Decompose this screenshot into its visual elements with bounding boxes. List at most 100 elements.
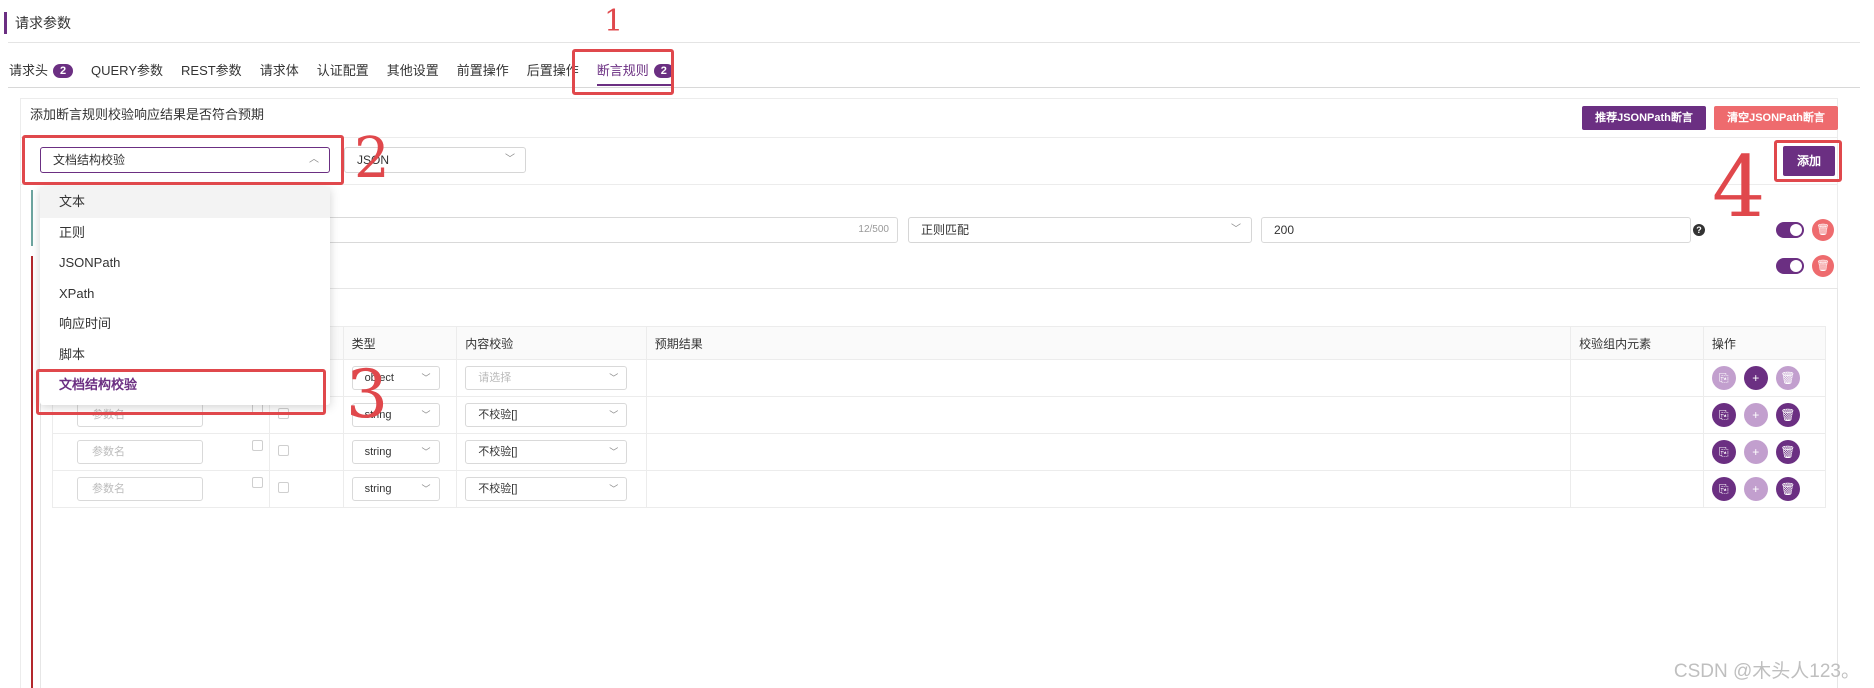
- type-value: string: [364, 483, 392, 495]
- content-check-select[interactable]: 请选择 ﹀: [465, 366, 628, 390]
- expected-result-cell[interactable]: [645, 396, 1572, 434]
- annotation-1: 1: [604, 4, 624, 39]
- annotation-3: 3: [346, 356, 388, 433]
- match-mode-value: 正则匹配: [921, 223, 970, 237]
- operations-cell: ⎘ + 🗑: [1702, 396, 1827, 434]
- annotation-4: 4: [1712, 138, 1766, 236]
- delete-icon[interactable]: 🗑: [1775, 477, 1800, 501]
- doc-icon[interactable]: ⎘: [1711, 403, 1736, 427]
- add-child-icon[interactable]: +: [1743, 477, 1768, 501]
- tab-1[interactable]: QUERY参数: [82, 56, 172, 86]
- tabs-divider: [8, 87, 1860, 88]
- delete-icon[interactable]: 🗑: [1775, 440, 1800, 464]
- content-check-cell: 不校验[] ﹀: [456, 433, 647, 471]
- doc-icon[interactable]: ⎘: [1711, 477, 1736, 501]
- column-header: 类型: [342, 326, 458, 360]
- chevron-down-icon: ﹀: [609, 410, 619, 420]
- group-element-cell: [1570, 359, 1704, 397]
- expected-result-cell[interactable]: [645, 433, 1572, 471]
- tab-3[interactable]: 请求体: [251, 56, 308, 86]
- type-check-checkbox[interactable]: [277, 445, 289, 456]
- type-check-cell: [268, 433, 344, 471]
- chevron-down-icon: ﹀: [1231, 224, 1241, 235]
- rule-enabled-toggle[interactable]: [1776, 222, 1804, 238]
- section-title: 请求参数: [4, 12, 71, 34]
- delete-schema-icon[interactable]: 🗑: [1812, 255, 1834, 277]
- operations-cell: ⎘ + 🗑: [1702, 470, 1827, 508]
- type-check-checkbox[interactable]: [277, 482, 289, 493]
- group-element-cell: [1570, 470, 1704, 508]
- tab-count-badge: 2: [53, 64, 74, 78]
- panel-hint: 添加断言规则校验响应结果是否符合预期: [30, 107, 265, 122]
- dropdown-option[interactable]: XPath: [40, 279, 330, 310]
- param-name-input[interactable]: 参数名: [77, 440, 203, 464]
- delete-rule-icon[interactable]: 🗑: [1812, 219, 1834, 241]
- chevron-down-icon: ﹀: [609, 484, 619, 494]
- dropdown-option[interactable]: JSONPath: [40, 248, 330, 279]
- column-header: 操作: [1702, 326, 1827, 360]
- operations-cell: ⎘ + 🗑: [1702, 433, 1827, 471]
- expected-result-cell[interactable]: [645, 470, 1572, 508]
- dropdown-option[interactable]: 正则: [40, 218, 330, 249]
- content-check-select[interactable]: 不校验[] ﹀: [465, 403, 628, 427]
- clear-jsonpath-button[interactable]: 清空JSONPath断言: [1714, 106, 1838, 130]
- add-child-icon[interactable]: +: [1743, 366, 1768, 390]
- add-child-icon[interactable]: +: [1743, 440, 1768, 464]
- chevron-down-icon: ﹀: [609, 447, 619, 457]
- type-value: string: [364, 446, 392, 458]
- group-element-cell: [1570, 396, 1704, 434]
- highlight-box-option: [36, 369, 326, 415]
- operations-cell: ⎘ + 🗑: [1702, 359, 1827, 397]
- tab-2[interactable]: REST参数: [172, 56, 251, 86]
- type-cell: string ﹀: [342, 433, 458, 471]
- group-element-cell: [1570, 433, 1704, 471]
- tab-6[interactable]: 前置操作: [448, 56, 518, 86]
- type-select[interactable]: string ﹀: [351, 477, 440, 501]
- watermark: CSDN @木头人123。: [1673, 661, 1860, 682]
- highlight-box-tab: [572, 49, 674, 95]
- doc-icon[interactable]: ⎘: [1711, 440, 1736, 464]
- help-icon[interactable]: ?: [1693, 224, 1705, 236]
- rule-accent-bar: [31, 190, 33, 246]
- content-check-value: 不校验[]: [478, 409, 518, 421]
- delete-icon[interactable]: 🗑: [1775, 366, 1800, 390]
- chevron-down-icon: ﹀: [609, 373, 619, 383]
- dropdown-option[interactable]: 文本: [40, 187, 330, 218]
- content-check-select[interactable]: 不校验[] ﹀: [465, 477, 628, 501]
- tab-5[interactable]: 其他设置: [378, 56, 448, 86]
- expected-result-cell[interactable]: [645, 359, 1572, 397]
- param-cell: 参数名: [52, 470, 270, 508]
- type-select[interactable]: string ﹀: [351, 440, 440, 464]
- content-check-cell: 不校验[] ﹀: [456, 396, 647, 434]
- divider: [8, 42, 1860, 43]
- dropdown-option[interactable]: 响应时间: [40, 309, 330, 340]
- chevron-down-icon: ﹀: [505, 154, 515, 165]
- doc-icon[interactable]: ⎘: [1711, 366, 1736, 390]
- chevron-down-icon: ﹀: [421, 410, 431, 420]
- tab-0[interactable]: 请求头 2: [0, 56, 82, 86]
- highlight-box-add: [1774, 140, 1842, 182]
- delete-icon[interactable]: 🗑: [1775, 403, 1800, 427]
- recommend-jsonpath-button[interactable]: 推荐JSONPath断言: [1582, 106, 1706, 130]
- chevron-down-icon: ﹀: [421, 447, 431, 457]
- table-row: 参数名 string ﹀ 不校验[] ﹀ ⎘ + 🗑: [52, 433, 1827, 471]
- required-checkbox[interactable]: [251, 440, 263, 451]
- tab-label: 后置操作: [526, 63, 579, 78]
- add-child-icon[interactable]: +: [1743, 403, 1768, 427]
- tab-label: 前置操作: [456, 63, 509, 78]
- rule-name-input[interactable]: 12/500: [320, 217, 898, 243]
- required-checkbox[interactable]: [251, 477, 263, 488]
- column-header: 内容校验: [456, 326, 647, 360]
- dropdown-option[interactable]: 脚本: [40, 340, 330, 371]
- tab-4[interactable]: 认证配置: [308, 56, 378, 86]
- param-name-input[interactable]: 参数名: [77, 477, 203, 501]
- expected-value: 200: [1274, 223, 1295, 237]
- content-check-value: 不校验[]: [478, 446, 518, 458]
- chevron-down-icon: ﹀: [421, 484, 431, 494]
- tab-label: 其他设置: [386, 63, 439, 78]
- match-mode-select[interactable]: 正则匹配 ﹀: [908, 217, 1252, 243]
- schema-enabled-toggle[interactable]: [1776, 258, 1804, 274]
- column-header: 预期结果: [645, 326, 1572, 360]
- content-check-select[interactable]: 不校验[] ﹀: [465, 440, 628, 464]
- expected-value-input[interactable]: 200: [1261, 217, 1691, 243]
